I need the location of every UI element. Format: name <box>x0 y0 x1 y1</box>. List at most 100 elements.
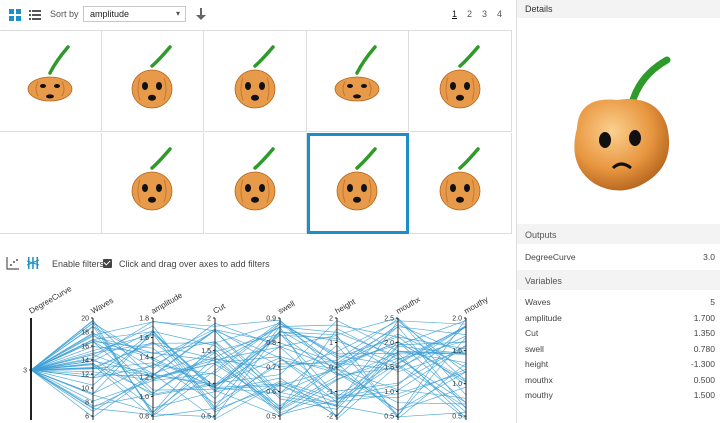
thumbnail-cell[interactable] <box>0 132 102 234</box>
output-name: DegreeCurve <box>525 252 576 262</box>
thumbnail-cell[interactable] <box>204 132 307 234</box>
list-view-icon[interactable] <box>28 8 42 22</box>
axis-tick-label: 16 <box>81 344 89 351</box>
axis-tick-label: 0.5 <box>452 414 462 421</box>
enable-filters-checkbox[interactable] <box>103 259 112 268</box>
enable-filters-label: Enable filters <box>52 259 105 269</box>
variable-value: -1.300 <box>690 359 715 369</box>
scatter-plot-icon[interactable] <box>6 256 20 270</box>
sort-dropdown[interactable]: amplitude ▾ <box>83 6 186 22</box>
axis-tick-label: 2.0 <box>384 340 394 347</box>
axis-tick-label: 20 <box>81 316 89 323</box>
axis-tick-label: 3 <box>23 368 27 375</box>
sort-dropdown-value: amplitude <box>90 9 130 19</box>
axis-label: Waves <box>90 296 115 316</box>
variable-name: Waves <box>525 297 551 307</box>
pumpkin-thumbnail-icon <box>234 45 276 109</box>
details-panel: Details Outputs DegreeCurve 3.0 Variable… <box>516 0 720 423</box>
pumpkin-thumbnail-icon <box>439 45 480 109</box>
variable-name: height <box>525 359 549 369</box>
axis-tick-label: 1.8 <box>139 316 149 323</box>
axis-label: swell <box>277 299 297 316</box>
axis-tick-label: -1 <box>327 389 333 396</box>
thumbnail-cell[interactable] <box>307 132 410 234</box>
variable-value: 0.780 <box>693 343 715 354</box>
variable-name: mouthx <box>525 374 553 385</box>
details-title: Details <box>517 0 720 18</box>
axis-label: amplitude <box>150 290 185 315</box>
pumpkin-thumbnail-icon <box>334 45 380 102</box>
axis-tick-label: 2 <box>207 316 211 323</box>
axis-tick-label: 12 <box>81 372 89 379</box>
variable-row: Cut 1.350 <box>525 328 715 342</box>
axis-tick-label: 2.0 <box>452 316 462 323</box>
axis-tick-label: 0.5 <box>266 414 276 421</box>
page-1-link[interactable]: 1 <box>452 9 457 19</box>
axis-tick-label: 0.8 <box>266 340 276 347</box>
pumpkin-thumbnail-icon <box>439 146 480 210</box>
variable-row: height -1.300 <box>525 359 715 373</box>
thumbnail-cell[interactable] <box>102 31 205 132</box>
axis-tick-label: 8 <box>85 400 89 407</box>
axis-tick-label: 1.5 <box>384 365 394 372</box>
axis-tick-label: 10 <box>81 386 89 393</box>
axis-tick-label: 1.0 <box>384 389 394 396</box>
axis-tick-label: 1.6 <box>139 335 149 342</box>
pumpkin-thumbnail-icon <box>234 146 276 210</box>
data-line <box>30 326 467 413</box>
thumbnail-cell[interactable] <box>409 132 512 234</box>
chevron-down-icon: ▾ <box>175 9 180 18</box>
axis-tick-label: 0.5 <box>384 414 394 421</box>
variable-value: 1.500 <box>693 390 715 400</box>
thumbnail-cell[interactable] <box>204 31 307 132</box>
variable-name: amplitude <box>525 312 562 323</box>
axis-tick-label: 0.7 <box>266 365 276 372</box>
axis-label: mouthx <box>395 295 422 316</box>
thumbnail-cell[interactable] <box>307 31 410 132</box>
pumpkin-thumbnail-icon <box>131 146 173 210</box>
outputs-section-header: Outputs <box>517 224 720 244</box>
grid-view-icon[interactable] <box>8 8 22 22</box>
variable-row: amplitude 1.700 <box>525 313 715 327</box>
pagination: 1 2 3 4 <box>452 9 502 19</box>
data-line <box>30 326 467 413</box>
axis-tick-label: 18 <box>81 330 89 337</box>
variable-name: mouthy <box>525 390 553 400</box>
axis-tick-label: 2.5 <box>384 316 394 323</box>
axis-label: mouthy <box>463 295 490 316</box>
toolbar: Sort by amplitude ▾ 1 2 3 4 <box>0 0 516 30</box>
pumpkin-thumbnail-icon <box>336 146 378 210</box>
thumbnail-cell[interactable] <box>409 31 512 132</box>
axis-tick-label: 1.5 <box>201 348 211 355</box>
axis-tick-label: 0.5 <box>201 414 211 421</box>
pumpkin-preview-image <box>574 56 671 191</box>
axis-tick-label: 1.0 <box>452 381 462 388</box>
parallel-coordinates-icon[interactable] <box>26 256 40 270</box>
axis[interactable]: DegreeCurve 3 <box>23 284 74 420</box>
axis-tick-label: 1.4 <box>139 355 149 362</box>
axis-label: Cut <box>212 301 228 315</box>
variable-value: 1.700 <box>693 312 715 323</box>
variable-row: swell 0.780 <box>525 344 715 358</box>
variable-row: mouthy 1.500 <box>525 390 715 404</box>
axis-tick-label: 0.9 <box>266 316 276 323</box>
thumbnail-cell[interactable] <box>102 132 205 234</box>
variable-name: Cut <box>525 328 539 338</box>
axis-label: DegreeCurve <box>28 284 74 316</box>
axis-tick-label: 0 <box>329 365 333 372</box>
axis-tick-label: 1 <box>207 381 211 388</box>
sort-by-label: Sort by <box>50 9 79 19</box>
axis-tick-label: 1.2 <box>139 374 149 381</box>
variables-section-header: Variables <box>517 270 720 290</box>
page-3-link[interactable]: 3 <box>482 9 487 19</box>
axis-tick-label: 2 <box>329 316 333 323</box>
variable-value: 1.350 <box>693 328 715 338</box>
page-4-link[interactable]: 4 <box>497 9 502 19</box>
axis-label: height <box>334 297 358 316</box>
variable-value: 0.500 <box>693 374 715 385</box>
sort-direction-arrow-icon[interactable] <box>195 7 207 21</box>
thumbnail-cell[interactable] <box>0 31 102 132</box>
variable-value: 5 <box>710 297 715 307</box>
parallel-coordinates-plot[interactable]: DegreeCurve3Waves20181614121086amplitude… <box>0 278 516 423</box>
page-2-link[interactable]: 2 <box>467 9 472 19</box>
